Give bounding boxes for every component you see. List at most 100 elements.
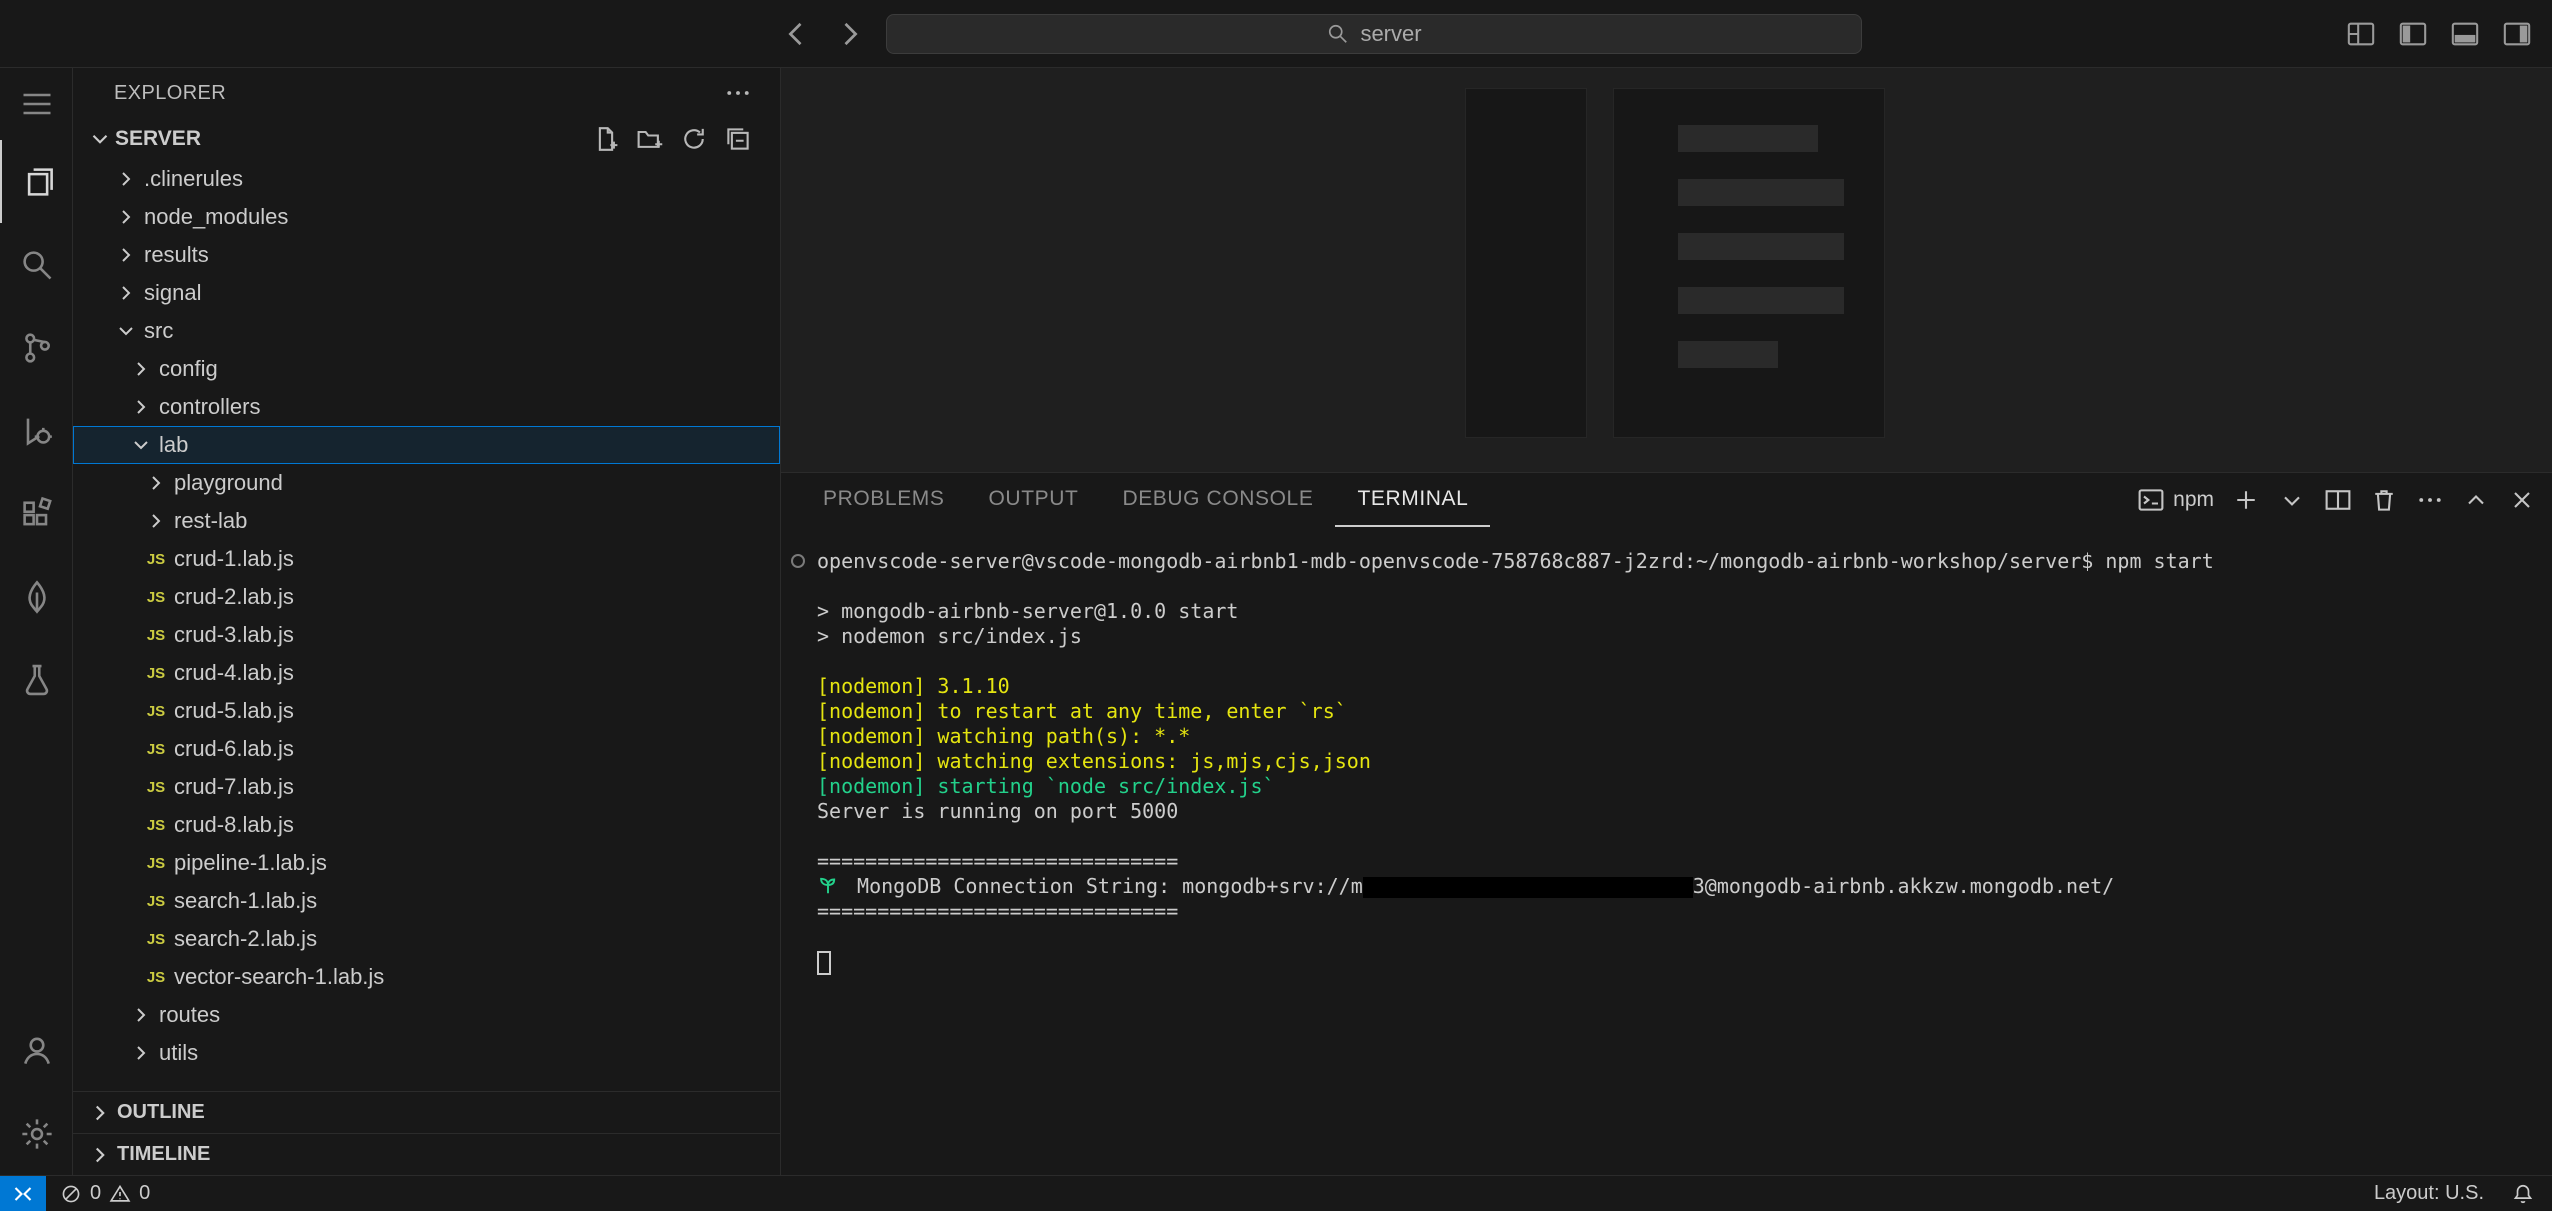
notifications-bell[interactable] <box>2498 1176 2552 1211</box>
tree-item-rest-lab[interactable]: rest-lab <box>73 502 780 540</box>
tree-item-label: rest-lab <box>174 508 247 534</box>
terminal-line: [nodemon] 3.1.10 <box>817 674 2552 699</box>
settings-gear-icon[interactable] <box>0 1092 72 1175</box>
tree-item-crud-2.lab.js[interactable]: JScrud-2.lab.js <box>73 578 780 616</box>
command-decoration-icon[interactable] <box>791 554 805 568</box>
problems-status[interactable]: 0 0 <box>46 1176 164 1211</box>
toggle-secondary-sidebar-icon[interactable] <box>2502 19 2532 49</box>
chevron-right-icon <box>127 394 155 420</box>
command-center-search[interactable]: server <box>886 14 1862 54</box>
forward-arrow-icon[interactable] <box>832 16 868 52</box>
new-folder-icon[interactable] <box>636 125 664 153</box>
tree-item-node-modules[interactable]: node_modules <box>73 198 780 236</box>
tree-item-label: signal <box>144 280 201 306</box>
chevron-right-icon <box>112 242 140 268</box>
maximize-panel-icon[interactable] <box>2462 486 2490 514</box>
javascript-file-icon: JS <box>142 779 170 796</box>
panel-tab-terminal[interactable]: TERMINAL <box>1335 473 1490 527</box>
tree-item-label: crud-8.lab.js <box>174 812 294 838</box>
terminal-line: Server is running on port 5000 <box>817 799 2552 824</box>
tree-item-label: controllers <box>159 394 260 420</box>
javascript-file-icon: JS <box>142 589 170 606</box>
panel-tab-output[interactable]: OUTPUT <box>967 473 1101 527</box>
explorer-icon[interactable] <box>0 140 72 223</box>
tree-item-crud-4.lab.js[interactable]: JScrud-4.lab.js <box>73 654 780 692</box>
toggle-panel-icon[interactable] <box>2450 19 2480 49</box>
tree-item-label: crud-6.lab.js <box>174 736 294 762</box>
terminal-dropdown-icon[interactable] <box>2278 486 2306 514</box>
lab-flask-icon[interactable] <box>0 638 72 721</box>
terminal-output[interactable]: openvscode-server@vscode-mongodb-airbnb1… <box>781 527 2552 1175</box>
bottom-panel: PROBLEMSOUTPUTDEBUG CONSOLETERMINAL npm <box>781 472 2552 1175</box>
tree-item-pipeline-1.lab.js[interactable]: JSpipeline-1.lab.js <box>73 844 780 882</box>
remote-indicator[interactable] <box>0 1176 46 1211</box>
terminal-line: ============================== <box>817 899 2552 924</box>
tree-item-.clinerules[interactable]: .clinerules <box>73 160 780 198</box>
terminal-line: ============================== <box>817 849 2552 874</box>
extensions-icon[interactable] <box>0 472 72 555</box>
more-actions-icon[interactable] <box>2416 486 2444 514</box>
tree-item-routes[interactable]: routes <box>73 996 780 1034</box>
tree-item-crud-5.lab.js[interactable]: JScrud-5.lab.js <box>73 692 780 730</box>
tree-item-src[interactable]: src <box>73 312 780 350</box>
terminal-line: > mongodb-airbnb-server@1.0.0 start <box>817 599 2552 624</box>
mongodb-leaf-icon[interactable] <box>0 555 72 638</box>
tree-item-crud-7.lab.js[interactable]: JScrud-7.lab.js <box>73 768 780 806</box>
tree-item-signal[interactable]: signal <box>73 274 780 312</box>
account-icon[interactable] <box>0 1009 72 1092</box>
tree-item-label: crud-7.lab.js <box>174 774 294 800</box>
menu-icon[interactable] <box>0 68 72 140</box>
tree-item-playground[interactable]: playground <box>73 464 780 502</box>
terminal-line <box>817 649 2552 674</box>
tree-item-vector-search-1.lab.js[interactable]: JSvector-search-1.lab.js <box>73 958 780 996</box>
tree-item-crud-6.lab.js[interactable]: JScrud-6.lab.js <box>73 730 780 768</box>
javascript-file-icon: JS <box>142 931 170 948</box>
chevron-down-icon <box>112 318 140 344</box>
split-terminal-icon[interactable] <box>2324 486 2352 514</box>
section-header-server[interactable]: SERVER <box>73 118 780 160</box>
chevron-right-icon <box>142 508 170 534</box>
terminal-shell-npm[interactable]: npm <box>2137 486 2214 514</box>
chevron-right-icon <box>127 1040 155 1066</box>
customize-layout-icon[interactable] <box>2346 19 2376 49</box>
panel-tab-debug-console[interactable]: DEBUG CONSOLE <box>1100 473 1335 527</box>
tree-item-controllers[interactable]: controllers <box>73 388 780 426</box>
run-debug-icon[interactable] <box>0 389 72 472</box>
terminal-line: > nodemon src/index.js <box>817 624 2552 649</box>
back-arrow-icon[interactable] <box>778 16 814 52</box>
javascript-file-icon: JS <box>142 741 170 758</box>
toggle-primary-sidebar-icon[interactable] <box>2398 19 2428 49</box>
tree-item-search-1.lab.js[interactable]: JSsearch-1.lab.js <box>73 882 780 920</box>
close-panel-icon[interactable] <box>2508 486 2536 514</box>
tree-item-results[interactable]: results <box>73 236 780 274</box>
search-sidebar-icon[interactable] <box>0 223 72 306</box>
new-terminal-icon[interactable] <box>2232 486 2260 514</box>
terminal-line: [nodemon] watching path(s): *.* <box>817 724 2552 749</box>
tree-item-crud-1.lab.js[interactable]: JScrud-1.lab.js <box>73 540 780 578</box>
new-file-icon[interactable] <box>592 125 620 153</box>
section-header-outline[interactable]: OUTLINE <box>73 1091 780 1133</box>
section-header-timeline[interactable]: TIMELINE <box>73 1133 780 1175</box>
sidebar-bottom-sections: OUTLINETIMELINE <box>73 1091 780 1175</box>
tree-item-label: crud-3.lab.js <box>174 622 294 648</box>
source-control-icon[interactable] <box>0 306 72 389</box>
sidebar-title: EXPLORER <box>114 82 226 105</box>
tree-item-utils[interactable]: utils <box>73 1034 780 1072</box>
warning-count: 0 <box>139 1182 150 1205</box>
search-icon <box>1326 22 1350 46</box>
tree-item-label: crud-5.lab.js <box>174 698 294 724</box>
tree-item-crud-8.lab.js[interactable]: JScrud-8.lab.js <box>73 806 780 844</box>
refresh-icon[interactable] <box>680 125 708 153</box>
tree-item-crud-3.lab.js[interactable]: JScrud-3.lab.js <box>73 616 780 654</box>
keyboard-layout-status[interactable]: Layout: U.S. <box>2360 1176 2498 1211</box>
tree-item-config[interactable]: config <box>73 350 780 388</box>
javascript-file-icon: JS <box>142 551 170 568</box>
views-more-actions-icon[interactable] <box>724 79 752 107</box>
kill-terminal-icon[interactable] <box>2370 486 2398 514</box>
tree-item-lab[interactable]: lab <box>73 426 780 464</box>
panel-tab-problems[interactable]: PROBLEMS <box>801 473 967 527</box>
collapse-all-icon[interactable] <box>724 125 752 153</box>
tree-item-label: crud-1.lab.js <box>174 546 294 572</box>
tree-item-search-2.lab.js[interactable]: JSsearch-2.lab.js <box>73 920 780 958</box>
chevron-down-icon <box>87 126 113 152</box>
